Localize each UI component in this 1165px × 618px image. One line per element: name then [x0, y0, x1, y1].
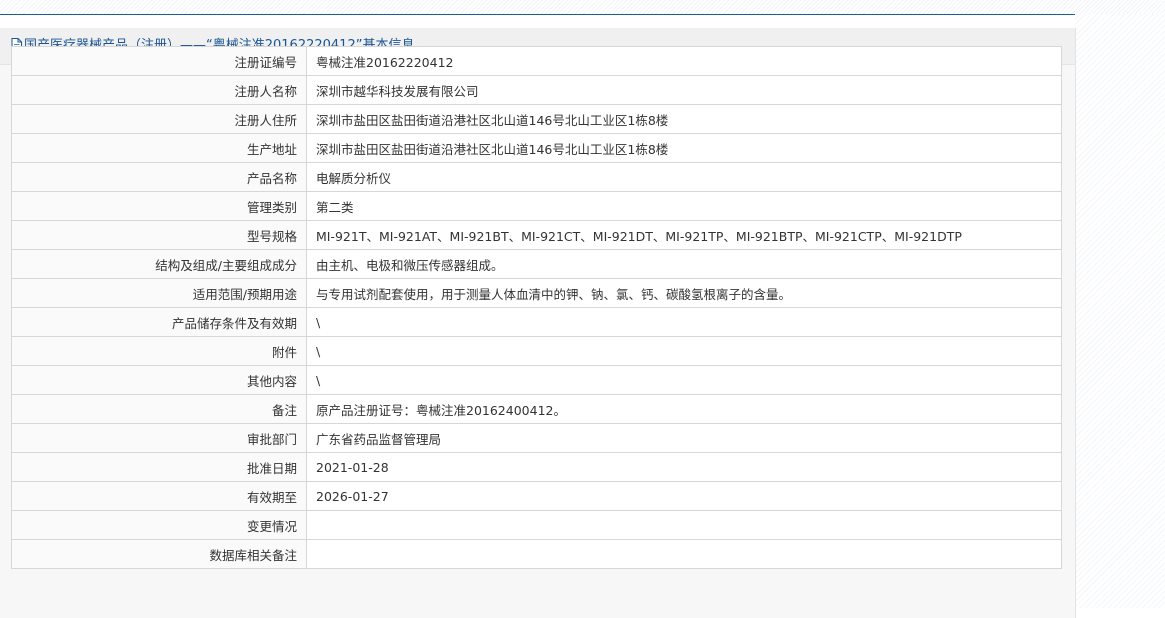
field-label: 管理类别 — [11, 191, 307, 221]
field-label: 型号规格 — [11, 220, 307, 250]
field-label: 适用范围/预期用途 — [11, 278, 307, 308]
field-label: 有效期至 — [11, 481, 307, 511]
field-label: 备注 — [11, 394, 307, 424]
table-row: 审批部门 广东省药品监督管理局 — [11, 423, 1062, 453]
field-label: 产品名称 — [11, 162, 307, 192]
field-value: 深圳市盐田区盐田街道沿港社区北山道146号北山工业区1栋8楼 — [306, 104, 1062, 134]
table-row: 批准日期 2021-01-28 — [11, 452, 1062, 482]
field-value: 广东省药品监督管理局 — [306, 423, 1062, 453]
table-row: 管理类别 第二类 — [11, 191, 1062, 221]
field-label: 数据库相关备注 — [11, 539, 307, 569]
top-rule — [0, 0, 1165, 15]
table-row: 备注 原产品注册证号：粤械注准20162400412。 — [11, 394, 1062, 424]
field-value: MI-921T、MI-921AT、MI-921BT、MI-921CT、MI-92… — [306, 220, 1062, 250]
table-row: 有效期至 2026-01-27 — [11, 481, 1062, 511]
field-value: 粤械注准20162220412 — [306, 46, 1062, 76]
field-value: 原产品注册证号：粤械注准20162400412。 — [306, 394, 1062, 424]
field-label: 变更情况 — [11, 510, 307, 540]
table-row: 附件 \ — [11, 336, 1062, 366]
registration-info-table: 注册证编号 粤械注准20162220412 注册人名称 深圳市越华科技发展有限公司 注册… — [11, 46, 1062, 569]
field-value: 由主机、电极和微压传感器组成。 — [306, 249, 1062, 279]
field-value: 第二类 — [306, 191, 1062, 221]
field-value: \ — [306, 307, 1062, 337]
table-row: 数据库相关备注 — [11, 539, 1062, 569]
field-value: 2026-01-27 — [306, 481, 1062, 511]
table-row: 型号规格 MI-921T、MI-921AT、MI-921BT、MI-921CT、M… — [11, 220, 1062, 250]
field-label: 附件 — [11, 336, 307, 366]
field-value: 2021-01-28 — [306, 452, 1062, 482]
table-row: 注册人住所 深圳市盐田区盐田街道沿港社区北山道146号北山工业区1栋8楼 — [11, 104, 1062, 134]
table-row: 产品名称 电解质分析仪 — [11, 162, 1062, 192]
field-label: 注册人名称 — [11, 75, 307, 105]
field-label: 产品储存条件及有效期 — [11, 307, 307, 337]
field-label: 注册证编号 — [11, 46, 307, 76]
field-label: 注册人住所 — [11, 104, 307, 134]
field-value: \ — [306, 336, 1062, 366]
field-label: 审批部门 — [11, 423, 307, 453]
table-row: 生产地址 深圳市盐田区盐田街道沿港社区北山道146号北山工业区1栋8楼 — [11, 133, 1062, 163]
field-label: 批准日期 — [11, 452, 307, 482]
field-value: 电解质分析仪 — [306, 162, 1062, 192]
right-background-stripe — [1075, 14, 1165, 608]
table-row: 注册证编号 粤械注准20162220412 — [11, 46, 1062, 76]
field-value — [306, 510, 1062, 540]
table-row: 其他内容 \ — [11, 365, 1062, 395]
field-value: 深圳市越华科技发展有限公司 — [306, 75, 1062, 105]
table-row: 产品储存条件及有效期 \ — [11, 307, 1062, 337]
field-label: 结构及组成/主要组成成分 — [11, 249, 307, 279]
table-row: 结构及组成/主要组成成分 由主机、电极和微压传感器组成。 — [11, 249, 1062, 279]
field-value: 与专用试剂配套使用，用于测量人体血清中的钾、钠、氯、钙、碳酸氢根离子的含量。 — [306, 278, 1062, 308]
field-label: 生产地址 — [11, 133, 307, 163]
table-row: 适用范围/预期用途 与专用试剂配套使用，用于测量人体血清中的钾、钠、氯、钙、碳酸氢… — [11, 278, 1062, 308]
field-label: 其他内容 — [11, 365, 307, 395]
field-value: 深圳市盐田区盐田街道沿港社区北山道146号北山工业区1栋8楼 — [306, 133, 1062, 163]
field-value — [306, 539, 1062, 569]
table-row: 变更情况 — [11, 510, 1062, 540]
table-row: 注册人名称 深圳市越华科技发展有限公司 — [11, 75, 1062, 105]
field-value: \ — [306, 365, 1062, 395]
